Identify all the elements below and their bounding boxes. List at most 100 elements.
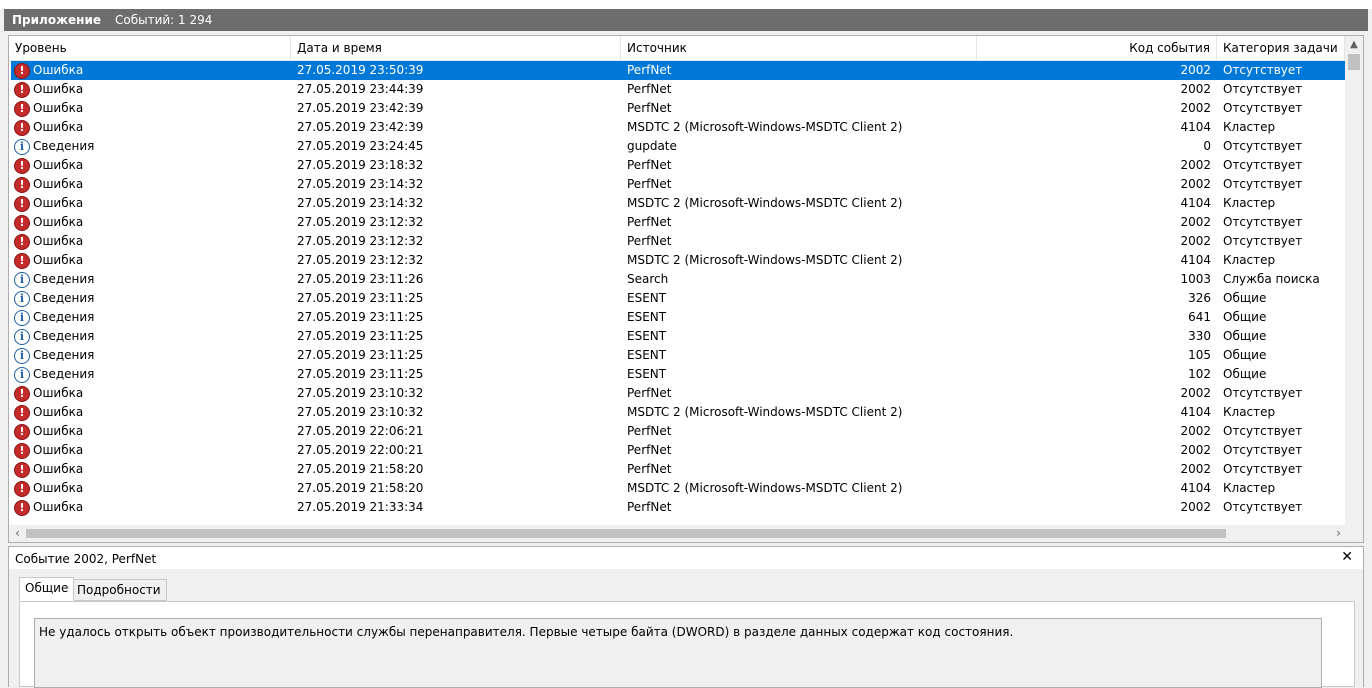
error-icon: ! bbox=[14, 119, 30, 136]
info-icon: i bbox=[14, 290, 30, 307]
cell-task-category: Отсутствует bbox=[1223, 215, 1303, 229]
table-row[interactable]: i Сведения 27.05.2019 23:11:26 Search 1003 Сл… bbox=[11, 270, 1345, 289]
level-text: Сведения bbox=[33, 329, 95, 343]
table-row[interactable]: ! Ошибка 27.05.2019 23:14:32 PerfNet 2002 Отс… bbox=[11, 175, 1345, 194]
cell-source: PerfNet bbox=[627, 500, 672, 514]
cell-event-id: 105 bbox=[1188, 348, 1211, 362]
cell-task-category: Отсутствует bbox=[1223, 424, 1303, 438]
level-text: Сведения bbox=[33, 272, 95, 286]
vertical-scroll-thumb[interactable] bbox=[1348, 54, 1360, 70]
event-message[interactable]: Не удалось открыть объект производительн… bbox=[34, 618, 1322, 688]
table-row[interactable]: i Сведения 27.05.2019 23:11:25 ESENT 641 Общи… bbox=[11, 308, 1345, 327]
cell-level: ! Ошибка bbox=[11, 99, 291, 118]
cell-event-id: 2002 bbox=[1180, 82, 1211, 96]
cell-event-id: 2002 bbox=[1180, 500, 1211, 514]
cell-event-id: 0 bbox=[1203, 139, 1211, 153]
level-text: Сведения bbox=[33, 367, 95, 381]
cell-task-category: Общие bbox=[1223, 291, 1267, 305]
cell-source: ESENT bbox=[627, 310, 667, 324]
cell-event-id: 2002 bbox=[1180, 386, 1211, 400]
cell-task-category: Отсутствует bbox=[1223, 443, 1303, 457]
cell-level: i Сведения bbox=[11, 365, 291, 384]
cell-event-id: 2002 bbox=[1180, 215, 1211, 229]
close-icon[interactable]: ✕ bbox=[1341, 549, 1353, 565]
table-row[interactable]: ! Ошибка 27.05.2019 23:42:39 MSDTC 2 (Micro… bbox=[11, 118, 1345, 137]
level-text: Сведения bbox=[33, 291, 95, 305]
table-row[interactable]: ! Ошибка 27.05.2019 23:10:32 PerfNet 2002 Отс… bbox=[11, 384, 1345, 403]
level-text: Сведения bbox=[33, 139, 95, 153]
table-row[interactable]: ! Ошибка 27.05.2019 23:12:32 PerfNet 2002 Отс… bbox=[11, 232, 1345, 251]
vertical-scrollbar[interactable]: ▲ bbox=[1345, 36, 1363, 526]
tab-details[interactable]: Подробности bbox=[71, 579, 167, 601]
cell-level: ! Ошибка bbox=[11, 118, 291, 137]
table-row[interactable]: ! Ошибка 27.05.2019 23:50:39 PerfNet 2002 Отс… bbox=[11, 61, 1345, 80]
cell-level: ! Ошибка bbox=[11, 156, 291, 175]
cell-level: i Сведения bbox=[11, 308, 291, 327]
table-row[interactable]: ! Ошибка 27.05.2019 23:44:39 PerfNet 2002 Отс… bbox=[11, 80, 1345, 99]
table-row[interactable]: ! Ошибка 27.05.2019 21:58:20 MSDTC 2 (Micro… bbox=[11, 479, 1345, 498]
cell-date: 27.05.2019 23:11:25 bbox=[297, 291, 424, 305]
cell-task-category: Служба поиска bbox=[1223, 272, 1320, 286]
cell-level: ! Ошибка bbox=[11, 422, 291, 441]
cell-source: gupdate bbox=[627, 139, 677, 153]
table-row[interactable]: i Сведения 27.05.2019 23:11:25 ESENT 102 Общи… bbox=[11, 365, 1345, 384]
cell-date: 27.05.2019 23:10:32 bbox=[297, 386, 424, 400]
info-icon: i bbox=[14, 366, 30, 383]
table-row[interactable]: i Сведения 27.05.2019 23:11:25 ESENT 105 Общи… bbox=[11, 346, 1345, 365]
cell-level: ! Ошибка bbox=[11, 460, 291, 479]
table-row[interactable]: i Сведения 27.05.2019 23:24:45 gupdate 0 Отсу… bbox=[11, 137, 1345, 156]
scroll-corner bbox=[1345, 525, 1363, 542]
column-header-date[interactable]: Дата и время bbox=[291, 36, 621, 61]
cell-event-id: 330 bbox=[1188, 329, 1211, 343]
cell-date: 27.05.2019 23:14:32 bbox=[297, 196, 424, 210]
horizontal-scroll-thumb[interactable] bbox=[26, 529, 1226, 538]
cell-source: PerfNet bbox=[627, 443, 672, 457]
cell-source: ESENT bbox=[627, 291, 667, 305]
tab-general[interactable]: Общие bbox=[19, 577, 75, 601]
cell-date: 27.05.2019 23:11:25 bbox=[297, 367, 424, 381]
table-row[interactable]: ! Ошибка 27.05.2019 23:12:32 MSDTC 2 (Micro… bbox=[11, 251, 1345, 270]
table-row[interactable]: ! Ошибка 27.05.2019 23:14:32 MSDTC 2 (Micro… bbox=[11, 194, 1345, 213]
info-icon: i bbox=[14, 271, 30, 288]
table-row[interactable]: i Сведения 27.05.2019 23:11:25 ESENT 330 Общи… bbox=[11, 327, 1345, 346]
event-list[interactable]: Уровень Дата и время Источник Код событи… bbox=[8, 35, 1364, 543]
column-header-source[interactable]: Источник bbox=[621, 36, 977, 61]
table-row[interactable]: ! Ошибка 27.05.2019 23:42:39 PerfNet 2002 Отс… bbox=[11, 99, 1345, 118]
table-row[interactable]: ! Ошибка 27.05.2019 23:18:32 PerfNet 2002 Отс… bbox=[11, 156, 1345, 175]
error-icon: ! bbox=[14, 499, 30, 516]
cell-date: 27.05.2019 23:11:25 bbox=[297, 329, 424, 343]
cell-task-category: Отсутствует bbox=[1223, 82, 1303, 96]
column-header-event-id[interactable]: Код события bbox=[977, 36, 1217, 61]
error-icon: ! bbox=[14, 423, 30, 440]
window-top-edge bbox=[0, 0, 1372, 9]
cell-source: MSDTC 2 (Microsoft-Windows-MSDTC Client … bbox=[627, 253, 903, 267]
table-row[interactable]: ! Ошибка 27.05.2019 23:12:32 PerfNet 2002 Отс… bbox=[11, 213, 1345, 232]
table-row[interactable]: ! Ошибка 27.05.2019 23:10:32 MSDTC 2 (Micro… bbox=[11, 403, 1345, 422]
table-row[interactable]: ! Ошибка 27.05.2019 22:06:21 PerfNet 2002 Отс… bbox=[11, 422, 1345, 441]
cell-event-id: 2002 bbox=[1180, 177, 1211, 191]
column-header-level[interactable]: Уровень bbox=[9, 36, 291, 61]
event-count: Событий: 1 294 bbox=[115, 13, 213, 27]
column-header-task-category[interactable]: Категория задачи bbox=[1217, 36, 1345, 61]
cell-level: i Сведения bbox=[11, 327, 291, 346]
cell-source: PerfNet bbox=[627, 424, 672, 438]
cell-date: 27.05.2019 23:24:45 bbox=[297, 139, 424, 153]
column-headers: Уровень Дата и время Источник Код событи… bbox=[9, 36, 1345, 61]
scroll-up-arrow-icon[interactable]: ▲ bbox=[1345, 36, 1363, 54]
cell-source: PerfNet bbox=[627, 177, 672, 191]
level-text: Ошибка bbox=[33, 405, 84, 419]
table-row[interactable]: ! Ошибка 27.05.2019 22:00:21 PerfNet 2002 Отс… bbox=[11, 441, 1345, 460]
table-row[interactable]: ! Ошибка 27.05.2019 21:58:20 PerfNet 2002 Отс… bbox=[11, 460, 1345, 479]
table-row[interactable]: ! Ошибка 27.05.2019 21:33:34 PerfNet 2002 Отс… bbox=[11, 498, 1345, 517]
error-icon: ! bbox=[14, 404, 30, 421]
level-text: Сведения bbox=[33, 348, 95, 362]
cell-task-category: Общие bbox=[1223, 329, 1267, 343]
table-row[interactable]: i Сведения 27.05.2019 23:11:25 ESENT 326 Общи… bbox=[11, 289, 1345, 308]
horizontal-scrollbar[interactable]: ‹ › bbox=[9, 525, 1347, 542]
cell-date: 27.05.2019 23:14:32 bbox=[297, 177, 424, 191]
cell-level: i Сведения bbox=[11, 289, 291, 308]
cell-task-category: Отсутствует bbox=[1223, 158, 1303, 172]
scroll-left-arrow-icon[interactable]: ‹ bbox=[9, 525, 26, 542]
cell-date: 27.05.2019 21:58:20 bbox=[297, 481, 424, 495]
cell-event-id: 2002 bbox=[1180, 158, 1211, 172]
